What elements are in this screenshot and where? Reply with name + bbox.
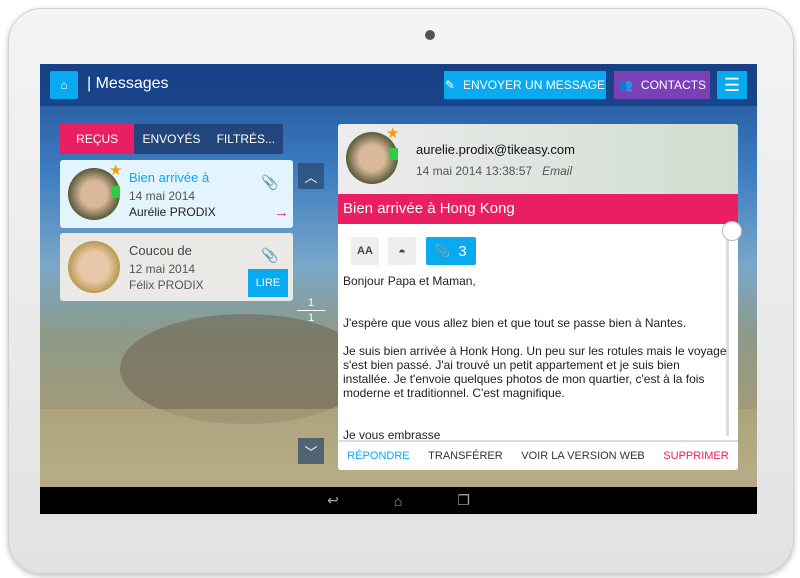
home-nav-icon[interactable]: ⌂ <box>394 493 402 509</box>
chevron-down-icon: ﹀ <box>304 444 318 460</box>
message-subject: Bien arrivée à <box>129 170 210 185</box>
message-sender: Aurélie PRODIX <box>129 205 216 219</box>
contacts-button[interactable]: 👥 CONTACTS <box>614 71 710 99</box>
paperclip-icon: 📎 <box>435 244 451 258</box>
top-bar: ⌂ | Messages ✎ ENVOYER UN MESSAGE 👥 CONTAC… <box>40 64 757 106</box>
message-subject: Coucou de <box>129 243 192 258</box>
sender-email: aurelie.prodix@tikeasy.com <box>416 142 575 157</box>
scrollbar-thumb[interactable] <box>722 221 742 241</box>
pager: 1 1 <box>297 296 325 325</box>
send-message-button[interactable]: ✎ ENVOYER UN MESSAGE <box>444 71 606 99</box>
message-item[interactable]: Coucou de 12 mai 2014 Félix PRODIX 📎 LIR… <box>60 233 293 301</box>
back-icon[interactable]: ↩ <box>327 492 339 509</box>
star-icon: ★ <box>386 125 400 142</box>
page-current: 1 <box>297 296 325 311</box>
contacts-label: CONTACTS <box>640 78 707 92</box>
action-bar: RÉPONDRE TRANSFÉRER VOIR LA VERSION WEB … <box>338 440 738 470</box>
arrow-right-icon: → <box>274 204 289 221</box>
body-paragraph: Je suis bien arrivée à Honk Hong. Un peu… <box>343 344 727 400</box>
message-item[interactable]: ★ Bien arrivée à 14 mai 2014 Aurélie PRO… <box>60 160 293 228</box>
background-rock <box>120 314 370 424</box>
attachments-button[interactable]: 📎 3 <box>426 237 476 265</box>
message-date: 14 mai 2014 <box>129 189 196 203</box>
menu-button[interactable]: ☰ <box>717 71 747 99</box>
body-paragraph: Bonjour Papa et Maman, <box>343 274 476 288</box>
reply-button[interactable]: RÉPONDRE <box>347 450 409 462</box>
body-paragraph: J'espère que vous allez bien et que tout… <box>343 316 687 330</box>
home-icon: ⌂ <box>60 78 68 92</box>
android-nav-bar: ↩ ⌂ ❐ <box>40 487 757 514</box>
tab-envoyes[interactable]: ENVOYÉS <box>134 124 208 154</box>
recent-apps-icon[interactable]: ❐ <box>457 492 470 509</box>
message-body: Bonjour Papa et Maman, J'espère que vous… <box>343 274 728 456</box>
font-size-icon: AA <box>357 245 373 257</box>
web-version-button[interactable]: VOIR LA VERSION WEB <box>521 450 644 462</box>
read-button[interactable]: LIRE <box>248 269 288 297</box>
message-type: Email <box>542 164 573 178</box>
tab-recus[interactable]: REÇUS <box>60 124 135 154</box>
status-icon <box>112 186 120 198</box>
message-datetime: 14 mai 2014 13:38:57 <box>416 164 533 178</box>
scroll-down-button[interactable]: ﹀ <box>298 438 324 464</box>
page-total: 1 <box>307 312 315 324</box>
screen: ⌂ | Messages ✎ ENVOYER UN MESSAGE 👥 CONTAC… <box>40 64 757 514</box>
message-sender: Félix PRODIX <box>129 278 204 292</box>
send-label: ENVOYER UN MESSAGE <box>463 78 606 92</box>
font-size-button[interactable]: AA <box>351 237 379 265</box>
delete-button[interactable]: SUPPRIMER <box>663 450 728 462</box>
hamburger-icon: ☰ <box>723 74 741 95</box>
forward-button[interactable]: TRANSFÉRER <box>428 450 503 462</box>
home-button[interactable]: ⌂ <box>50 71 78 99</box>
paperclip-icon: 📎 <box>261 174 279 190</box>
camera <box>425 30 435 40</box>
chevron-up-icon: ︿ <box>304 169 318 185</box>
avatar <box>68 241 120 293</box>
speak-button[interactable]: ◓ <box>388 237 416 265</box>
message-date: 12 mai 2014 <box>129 262 196 276</box>
tab-filtres[interactable]: FILTRÉS... <box>209 124 283 154</box>
attachment-count: 3 <box>458 242 467 260</box>
star-icon: ★ <box>109 162 123 179</box>
message-subject-title: Bien arrivée à Hong Kong <box>338 194 738 224</box>
lips-icon: ◓ <box>398 243 406 259</box>
message-detail: ★ aurelie.prodix@tikeasy.com 14 mai 2014… <box>338 124 738 470</box>
pencil-icon: ✎ <box>444 78 456 92</box>
page-title: | Messages <box>87 75 169 92</box>
people-icon: 👥 <box>617 78 633 92</box>
scroll-up-button[interactable]: ︿ <box>298 163 324 189</box>
detail-header: ★ aurelie.prodix@tikeasy.com 14 mai 2014… <box>338 124 738 194</box>
status-icon <box>390 148 398 160</box>
paperclip-icon: 📎 <box>261 247 279 263</box>
folder-tabs: REÇUS ENVOYÉS FILTRÉS... <box>60 124 283 154</box>
